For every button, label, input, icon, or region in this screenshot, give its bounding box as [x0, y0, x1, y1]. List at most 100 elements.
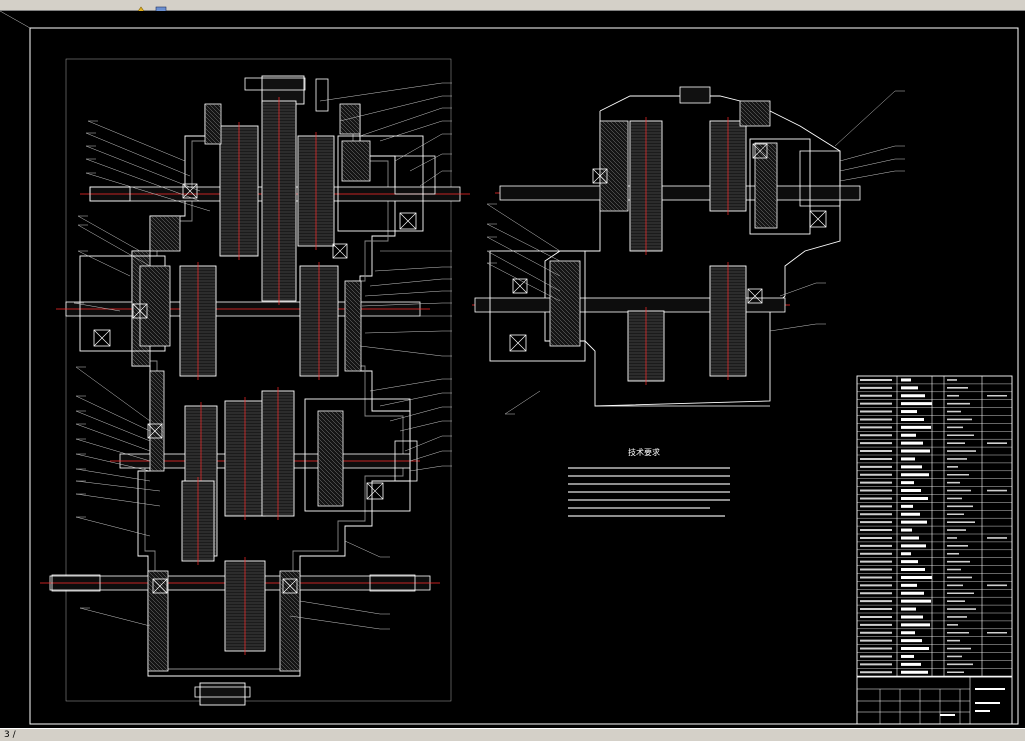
tool-icon[interactable]	[134, 0, 148, 15]
technical-text-lines	[568, 467, 730, 517]
status-text: 3 /	[4, 730, 16, 740]
part-leader-left	[85, 132, 191, 177]
part-leader-right	[289, 615, 390, 630]
part-leader	[834, 90, 905, 147]
leader-line	[364, 330, 443, 334]
part-leader-right	[409, 450, 452, 462]
leader-line	[79, 607, 151, 627]
leader-line	[404, 435, 443, 452]
part-leader-left	[85, 145, 201, 192]
frame-corner-line	[0, 10, 31, 29]
leader-line	[87, 120, 186, 162]
leader-line	[486, 250, 561, 292]
clutch-plates	[341, 140, 371, 182]
leader-line	[75, 423, 151, 452]
housing-wall-section	[149, 370, 165, 472]
leader-line	[379, 120, 443, 142]
part-leader-left	[75, 516, 151, 537]
leader-line	[289, 615, 381, 630]
part-leader-left	[79, 607, 151, 627]
leader-line	[77, 250, 131, 277]
title-block	[856, 676, 1013, 725]
leader-line	[77, 215, 141, 252]
gear-stage1-driven	[297, 132, 335, 250]
top-vent-right	[679, 86, 711, 104]
part-leader-left	[75, 493, 161, 507]
part-leader-right	[344, 540, 390, 558]
leader-line	[359, 345, 443, 357]
part-leader	[486, 236, 561, 277]
clutch-plates	[139, 265, 171, 347]
part-leader-left	[75, 438, 151, 462]
gear-stage2-b	[299, 262, 339, 380]
leader-line	[409, 465, 443, 472]
gear-stage1-driver	[219, 122, 259, 260]
gear-stage3-a	[224, 397, 266, 520]
top-bolt	[315, 78, 329, 112]
part-leader	[779, 282, 826, 297]
leader-line	[399, 420, 443, 432]
part-leader	[769, 323, 826, 332]
gear-stage3-b	[261, 387, 295, 520]
part-leader-left	[75, 423, 151, 452]
part-leader-left	[77, 224, 151, 267]
part-leader-right	[299, 600, 390, 615]
bearing	[366, 482, 384, 500]
part-leader-left	[77, 250, 131, 277]
part-leader	[504, 390, 541, 415]
technical-title: 技术要求	[628, 447, 660, 457]
leader-line	[299, 600, 381, 615]
part-leader	[486, 250, 561, 292]
part-leader-right	[389, 406, 452, 422]
clutch-plates	[549, 260, 581, 347]
side-gearbox-section-view	[472, 86, 905, 415]
section-outline	[599, 120, 629, 212]
cad-drawing: 技术要求	[0, 10, 1019, 725]
part-leader-left	[77, 215, 141, 252]
leader-line	[486, 203, 561, 252]
leader-line	[75, 516, 151, 537]
bearing	[399, 212, 417, 230]
leader-line	[769, 323, 817, 332]
part-leader-right	[394, 133, 452, 162]
leader-line	[839, 145, 896, 162]
housing-outline-right	[544, 95, 841, 407]
gear-stage2-a	[179, 262, 217, 380]
leader-line	[839, 158, 896, 172]
housing-wall-section	[204, 103, 222, 145]
part-leader-right	[369, 278, 452, 287]
part-leader-right	[404, 435, 452, 452]
part-leader-right	[364, 330, 452, 334]
leader-line	[409, 450, 443, 462]
part-leader-left	[87, 120, 186, 162]
housing-wall-section	[147, 570, 169, 672]
part-leader-right	[409, 153, 452, 172]
leader-line	[504, 390, 541, 415]
leader-line	[75, 438, 151, 462]
part-leader-right	[399, 420, 452, 432]
parts-list-table	[856, 375, 1013, 677]
gear-right-d	[627, 307, 665, 385]
part-leader-right	[379, 120, 452, 142]
part-leader	[839, 158, 905, 172]
bearing	[512, 278, 528, 294]
bearing	[332, 243, 348, 259]
housing-wall-section	[149, 215, 181, 252]
drawing-canvas[interactable]: 技术要求	[0, 10, 1025, 728]
part-leader	[486, 223, 561, 262]
part-leader-right	[379, 392, 452, 407]
leader-line	[75, 366, 151, 422]
leader-line	[77, 224, 151, 267]
housing-wall-section	[344, 280, 362, 372]
part-leader-right	[359, 345, 452, 357]
part-leader-right	[374, 266, 452, 272]
status-bar: 3 /	[0, 728, 1025, 741]
leader-line	[85, 145, 201, 192]
part-leader	[839, 170, 905, 182]
leader-line	[75, 493, 161, 507]
part-leader	[486, 203, 561, 252]
part-leader-right	[409, 465, 452, 472]
shape-icon[interactable]	[154, 0, 168, 15]
leader-line	[839, 170, 896, 182]
gear-large-middle	[261, 97, 297, 305]
